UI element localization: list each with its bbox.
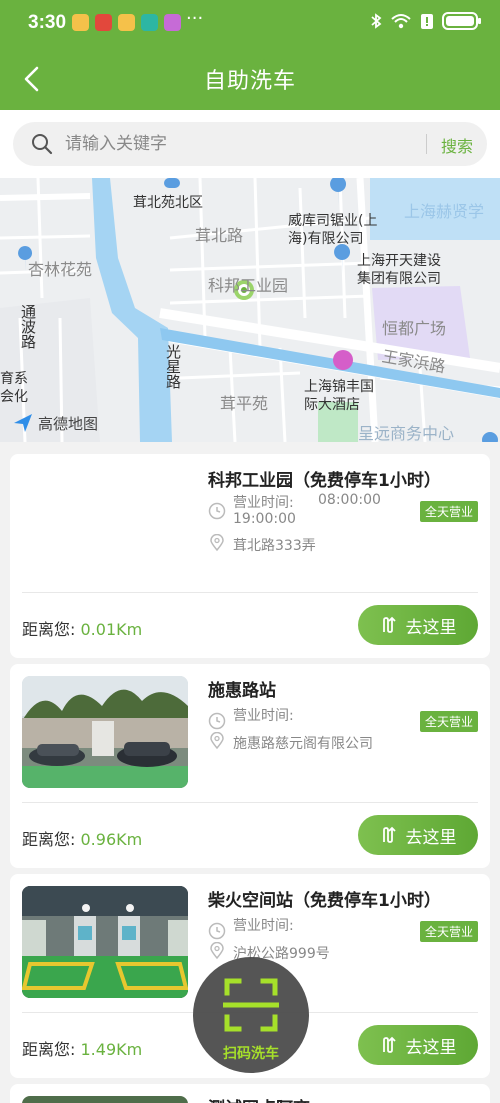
search-input[interactable] (65, 122, 425, 166)
map-label: 茸平苑 (220, 394, 269, 413)
hours-label: 营业时间: (233, 918, 294, 934)
station-photo (22, 1096, 188, 1103)
navigate-button[interactable]: 去这里 (358, 605, 478, 645)
navigate-label: 去这里 (405, 827, 457, 848)
distance-value: 0.96Km (80, 830, 143, 849)
map-label: 恒都广场 (382, 319, 447, 338)
scan-label: 扫码洗车 (223, 1046, 279, 1062)
app-notification-icon (118, 14, 135, 31)
station-photo (22, 886, 188, 998)
station-name: 科邦工业园（免费停车1小时） (208, 471, 441, 491)
status-time: 3:30 (28, 12, 67, 33)
card-divider (22, 802, 478, 803)
search-divider (426, 134, 427, 154)
amap-logo: 高德地图 (12, 412, 98, 434)
app-notification-icon (164, 14, 181, 31)
bluetooth-icon (371, 13, 382, 29)
distance-label: 距离您: (22, 1040, 76, 1059)
route-icon (382, 616, 396, 633)
station-address: 施惠路慈元阁有限公司 (233, 736, 373, 752)
station-photo (22, 676, 188, 788)
search-icon (32, 134, 53, 155)
station-photo-empty (22, 466, 188, 578)
battery-icon (442, 12, 481, 30)
hours-value-start: 08:00:00 (318, 492, 381, 508)
open-all-day-badge: 全天营业 (419, 711, 478, 732)
navigate-button[interactable]: 去这里 (358, 1025, 478, 1065)
location-pin-icon (210, 732, 224, 750)
map-label: 呈远商务中心 (358, 424, 455, 442)
app-header: 3:30 ··· 自助洗车 (0, 0, 500, 110)
navigate-label: 去这里 (405, 617, 457, 638)
wifi-icon (391, 14, 411, 29)
hours-label: 营业时间: (233, 495, 294, 511)
app-notification-icon (141, 14, 158, 31)
route-icon (382, 1036, 396, 1053)
app-notification-icon (95, 14, 112, 31)
distance: 距离您: 0.01Km (22, 616, 142, 640)
search-bar: 搜索 (0, 110, 500, 178)
location-pin-icon (210, 534, 224, 552)
open-all-day-badge: 全天营业 (419, 921, 478, 942)
station-card[interactable]: 测试网点阿商 (10, 1084, 490, 1103)
station-name: 测试网点阿商 (208, 1094, 310, 1103)
route-icon (382, 826, 396, 843)
map-label: 茸北苑北区 (133, 195, 203, 211)
map-label: 光星路 (164, 344, 182, 389)
map-label: 科邦工业园 (208, 276, 289, 295)
app-notification-icon (72, 14, 89, 31)
location-pin-icon (210, 942, 224, 960)
status-bar: 3:30 ··· (0, 0, 500, 46)
map-label: 通波路 (19, 304, 37, 349)
map-label: 会化 (0, 389, 28, 405)
map-label: 威库司锯业(上 海)有限公司 (288, 213, 378, 247)
station-name: 施惠路站 (208, 681, 276, 701)
map-label: 杏林花苑 (28, 260, 93, 279)
map-label: 上海开天建设 集团有限公司 (357, 253, 441, 287)
map-view[interactable]: 茸北苑北区 茸北路 威库司锯业(上 海)有限公司 上海赫贤学 杏林花苑 上海开天… (0, 178, 500, 442)
map-label: 上海锦丰国 际大酒店 (304, 379, 374, 413)
map-label: 育系 (0, 371, 28, 387)
distance: 距离您: 1.49Km (22, 1036, 142, 1060)
alert-icon (421, 14, 433, 29)
map-label: 茸北路 (195, 226, 244, 245)
distance-label: 距离您: (22, 620, 76, 639)
clock-icon (208, 502, 226, 520)
station-name: 柴火空间站（免费停车1小时） (208, 891, 441, 911)
amap-logo-icon (14, 414, 32, 432)
navigate-label: 去这里 (405, 1037, 457, 1058)
distance: 距离您: 0.96Km (22, 826, 142, 850)
hours-label: 营业时间: (233, 708, 294, 724)
distance-value: 1.49Km (80, 1040, 143, 1059)
navigate-button[interactable]: 去这里 (358, 815, 478, 855)
distance-value: 0.01Km (80, 620, 143, 639)
amap-logo-text: 高德地图 (38, 414, 99, 433)
more-notifications-icon: ··· (186, 8, 204, 29)
station-card[interactable]: 科邦工业园（免费停车1小时） 营业时间: 08:00:00 19:00:00 全… (10, 454, 490, 658)
map-label: 上海赫贤学 (404, 202, 485, 221)
search-box: 搜索 (13, 122, 487, 166)
distance-label: 距离您: (22, 830, 76, 849)
clock-icon (208, 922, 226, 940)
search-button[interactable]: 搜索 (441, 133, 473, 157)
scan-wash-button[interactable]: 扫码洗车 (193, 957, 309, 1073)
station-address: 茸北路333弄 (233, 538, 316, 554)
system-status (370, 12, 481, 30)
page-title: 自助洗车 (203, 69, 296, 94)
open-all-day-badge: 全天营业 (419, 501, 478, 522)
scan-icon (223, 978, 279, 1032)
station-card[interactable]: 施惠路站 营业时间: 全天营业 施惠路慈元阁有限公司 距离您: 0.96Km 去… (10, 664, 490, 868)
hours-value-end: 19:00:00 (233, 511, 296, 527)
notification-icons (72, 14, 181, 31)
clock-icon (208, 712, 226, 730)
card-divider (22, 592, 478, 593)
